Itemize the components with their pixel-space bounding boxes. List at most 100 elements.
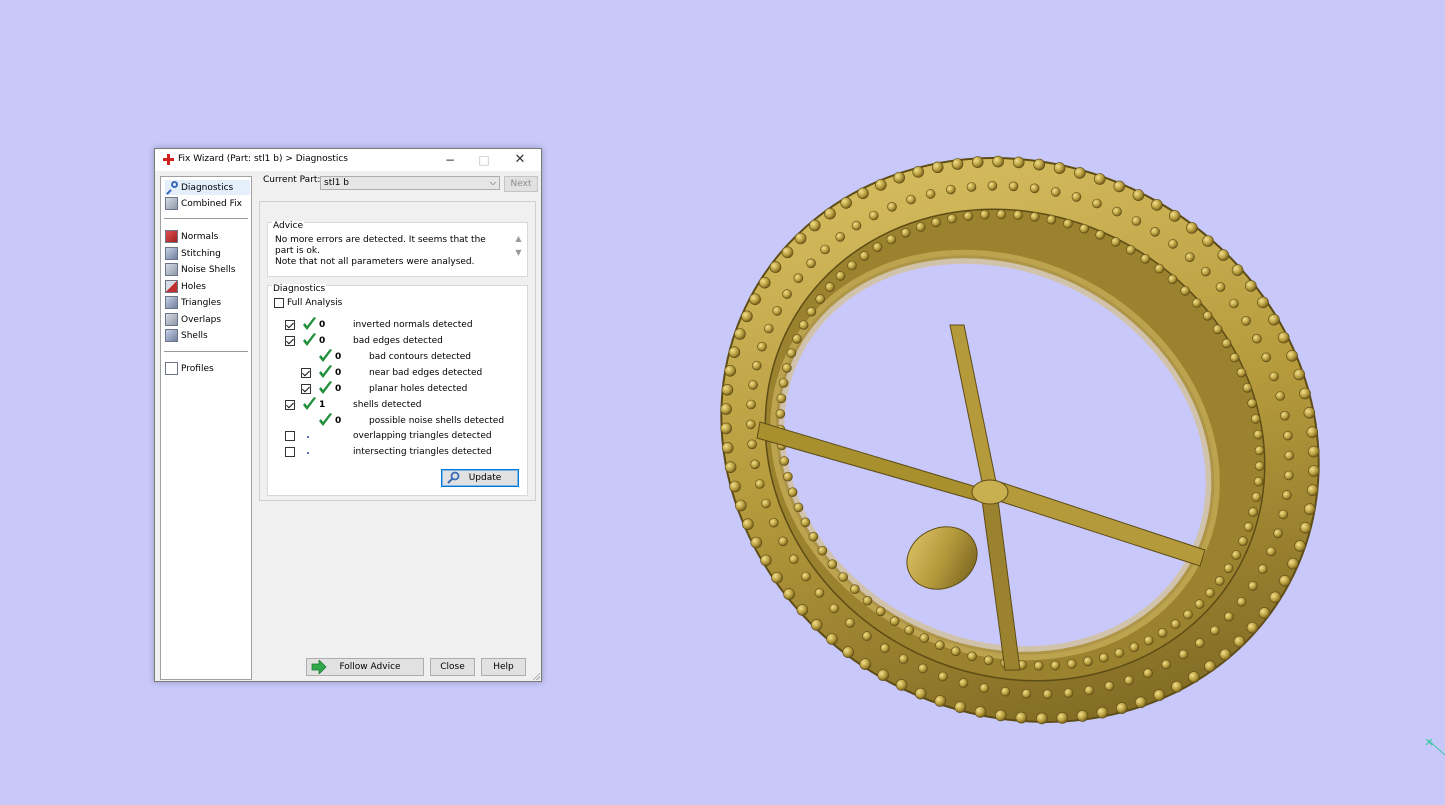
sidebar-item-overlaps[interactable]: Overlaps <box>165 312 221 327</box>
sidebar-item-label: Normals <box>181 231 219 242</box>
ring-bead <box>945 184 956 195</box>
full-analysis-checkbox[interactable] <box>274 298 284 308</box>
ring-bead <box>886 234 897 245</box>
diagnostic-checkbox[interactable] <box>285 400 295 410</box>
sidebar-item-holes[interactable]: Holes <box>165 279 206 294</box>
magnifier-icon <box>447 471 460 484</box>
diagnostic-checkbox[interactable] <box>301 384 311 394</box>
ring-bead <box>789 554 799 565</box>
ring-bead <box>749 293 761 305</box>
ring-bead <box>1125 245 1136 255</box>
ring-bead <box>1073 167 1086 179</box>
ring-bead <box>1056 712 1069 724</box>
ring-bead <box>1278 509 1289 520</box>
ring-bead <box>845 617 855 628</box>
maximize-button[interactable]: □ <box>467 149 501 171</box>
ring-bead <box>750 536 763 549</box>
sidebar-item-combined-fix[interactable]: Combined Fix <box>165 196 242 211</box>
ring-bead <box>782 363 792 373</box>
ring-bead <box>1168 210 1181 222</box>
ring-bead <box>966 182 977 192</box>
update-label: Update <box>468 473 502 483</box>
ring-bead <box>1178 649 1189 660</box>
ring-bead <box>914 687 927 700</box>
follow-advice-button[interactable]: Follow Advice <box>306 658 424 676</box>
scroll-down-icon[interactable]: ▼ <box>512 246 525 260</box>
ring-bead <box>1161 659 1172 670</box>
close-button[interactable]: Close <box>430 658 475 676</box>
sidebar-item-diagnostics[interactable]: Diagnostics <box>165 180 250 195</box>
advice-scrollbar[interactable]: ▲ ▼ <box>512 232 525 270</box>
ring-bead <box>1221 338 1232 349</box>
scroll-up-icon[interactable]: ▲ <box>512 232 525 246</box>
diagnostic-checkbox[interactable] <box>285 320 295 330</box>
ring-bead <box>979 683 990 693</box>
diagnostic-checkbox[interactable] <box>285 447 295 457</box>
green-arrow-icon <box>311 660 327 674</box>
ring-bead <box>900 228 911 238</box>
next-button[interactable]: Next <box>504 176 538 192</box>
ring-bead <box>994 709 1007 722</box>
ring-bead <box>850 584 860 595</box>
3d-model-viewport[interactable] <box>660 110 1380 770</box>
ring-bead <box>895 679 908 691</box>
minimize-button[interactable]: − <box>433 149 467 171</box>
help-button[interactable]: Help <box>481 658 526 676</box>
current-part-select[interactable]: stl1 b ⌵ <box>320 176 500 190</box>
sidebar-item-shells[interactable]: Shells <box>165 328 208 343</box>
current-part-label: Current Part: <box>263 175 321 185</box>
ring-bead <box>1252 333 1262 344</box>
ring-bead <box>906 194 916 205</box>
ring-bead <box>1114 648 1125 658</box>
ring-bead <box>1306 484 1319 497</box>
ring-bead <box>786 348 797 358</box>
shells-icon <box>165 329 178 342</box>
ring-bead <box>783 471 793 482</box>
ring-bead <box>1248 581 1258 591</box>
ring-bead <box>776 393 787 404</box>
close-window-button[interactable]: ✕ <box>503 149 537 171</box>
ring-bead <box>778 378 789 388</box>
diagnostic-checkbox[interactable] <box>285 431 295 441</box>
ring-bead <box>1257 296 1269 309</box>
ring-bead <box>820 244 830 255</box>
sidebar-item-profiles[interactable]: Profiles <box>165 361 214 376</box>
ring-bead <box>1194 638 1205 648</box>
ring-bead <box>1269 591 1282 604</box>
ring-bead <box>1279 574 1291 587</box>
ring-bead <box>761 498 771 509</box>
ring-bead <box>1231 264 1244 276</box>
diagnostic-checkbox[interactable] <box>285 336 295 346</box>
ring-bead <box>967 651 977 662</box>
ring-bead <box>1000 686 1011 697</box>
ring-bead <box>1247 398 1257 409</box>
diagnostic-label: bad contours detected <box>369 352 471 362</box>
ring-bead <box>746 399 756 410</box>
update-button[interactable]: Update <box>441 469 519 487</box>
ring-bead <box>1200 266 1211 277</box>
ring-bead <box>757 341 767 352</box>
diagnostic-checkbox[interactable] <box>301 368 311 378</box>
advice-line-2: Note that not all parameters were analys… <box>275 257 475 267</box>
diagnostic-label: near bad edges detected <box>369 368 483 378</box>
sidebar-item-triangles[interactable]: Triangles <box>165 295 221 310</box>
ring-bead <box>1268 313 1280 326</box>
green-check-icon <box>319 349 332 362</box>
ring-bead <box>1029 183 1040 194</box>
ring-bead <box>875 606 886 617</box>
ring-bead <box>1214 576 1225 586</box>
sidebar-item-noise-shells[interactable]: Noise Shells <box>165 262 235 277</box>
resize-grip[interactable] <box>532 672 540 680</box>
ring-bead <box>1205 588 1215 598</box>
stitching-icon <box>165 247 178 260</box>
sidebar-item-label: Shells <box>181 330 208 341</box>
diagnostic-count: 0 <box>319 336 326 346</box>
sidebar-item-stitching[interactable]: Stitching <box>165 246 221 261</box>
ring-bead <box>919 633 930 643</box>
ring-bead <box>840 197 852 209</box>
diagnostic-count: 0 <box>335 384 342 394</box>
title-bar[interactable]: Fix Wizard (Part: stl1 b) > Diagnostics … <box>155 149 541 171</box>
ring-bead <box>771 571 783 584</box>
ring-bead <box>1212 324 1223 335</box>
sidebar-item-normals[interactable]: Normals <box>165 229 218 244</box>
